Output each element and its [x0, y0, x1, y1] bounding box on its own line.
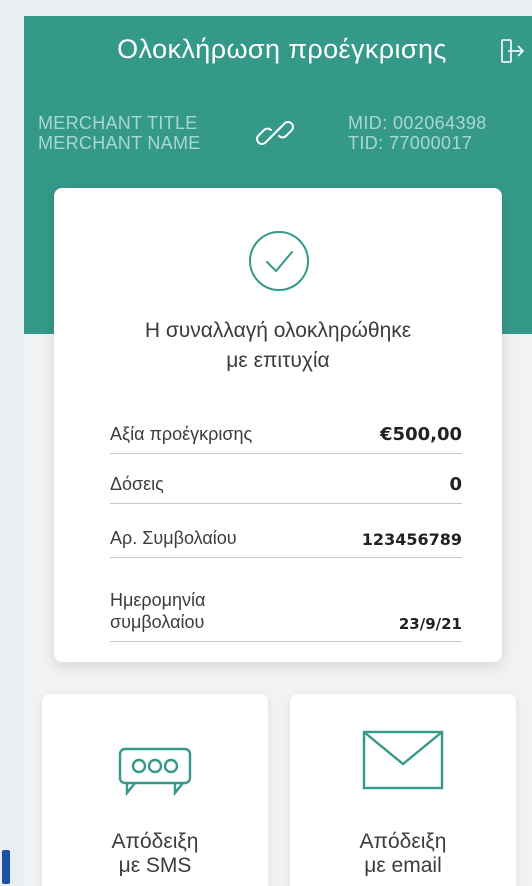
page-title: Ολοκλήρωση προέγκρισης — [117, 34, 447, 64]
detail-row-amount: Αξία προέγκρισης €500,00 — [110, 404, 462, 454]
detail-row-contract-number: Αρ. Συμβολαίου 123456789 — [110, 508, 462, 558]
detail-label-line2: συμβολαίου — [110, 612, 205, 632]
email-receipt-label-line1: Απόδειξη — [359, 830, 447, 853]
sms-receipt-label-line1: Απόδειξη — [111, 830, 199, 853]
detail-label: Δόσεις — [110, 474, 164, 494]
merchant-title: MERCHANT TITLE — [38, 113, 198, 133]
email-receipt-label: Απόδειξη με email — [290, 830, 516, 878]
background-edge-mark — [2, 850, 10, 884]
terminal-info: MID: 002064398 TID: 77000017 — [348, 113, 487, 153]
detail-label: Ημερομηνία συμβολαίου — [110, 589, 205, 633]
tid-label: TID: 77000017 — [348, 133, 473, 153]
detail-value: €500,00 — [380, 424, 462, 445]
sms-icon — [118, 747, 192, 797]
email-receipt-label-line2: με email — [364, 854, 442, 877]
logout-icon[interactable] — [500, 38, 526, 64]
detail-value: 23/9/21 — [398, 615, 462, 633]
mid-label: MID: 002064398 — [348, 113, 487, 133]
app-screen: Ολοκλήρωση προέγκρισης MERCHANT TITLE ME… — [24, 16, 532, 886]
sms-receipt-label-line2: με SMS — [118, 854, 192, 877]
transaction-summary-card: Η συναλλαγή ολοκληρώθηκε με επιτυχία Αξί… — [54, 188, 502, 662]
check-circle-icon — [249, 231, 309, 291]
detail-row-contract-date: Ημερομηνία συμβολαίου 23/9/21 — [110, 566, 462, 642]
sms-receipt-button[interactable]: Απόδειξη με SMS — [42, 694, 268, 886]
detail-label: Αρ. Συμβολαίου — [110, 528, 237, 548]
envelope-icon — [362, 730, 444, 790]
sms-receipt-label: Απόδειξη με SMS — [42, 830, 268, 878]
success-message-line1: Η συναλλαγή ολοκληρώθηκε — [144, 319, 412, 342]
success-message-line2: με επιτυχία — [226, 349, 330, 372]
detail-label: Αξία προέγκρισης — [110, 424, 253, 444]
merchant-name: MERCHANT NAME — [38, 133, 201, 153]
detail-value: 123456789 — [361, 530, 462, 549]
link-icon[interactable] — [254, 112, 296, 154]
detail-value: 0 — [449, 474, 462, 495]
detail-row-installments: Δόσεις 0 — [110, 454, 462, 504]
email-receipt-button[interactable]: Απόδειξη με email — [290, 694, 516, 886]
merchant-info: MERCHANT TITLE MERCHANT NAME — [38, 113, 201, 153]
detail-label-line1: Ημερομηνία — [110, 590, 206, 610]
success-message: Η συναλλαγή ολοκληρώθηκε με επιτυχία — [54, 316, 502, 376]
